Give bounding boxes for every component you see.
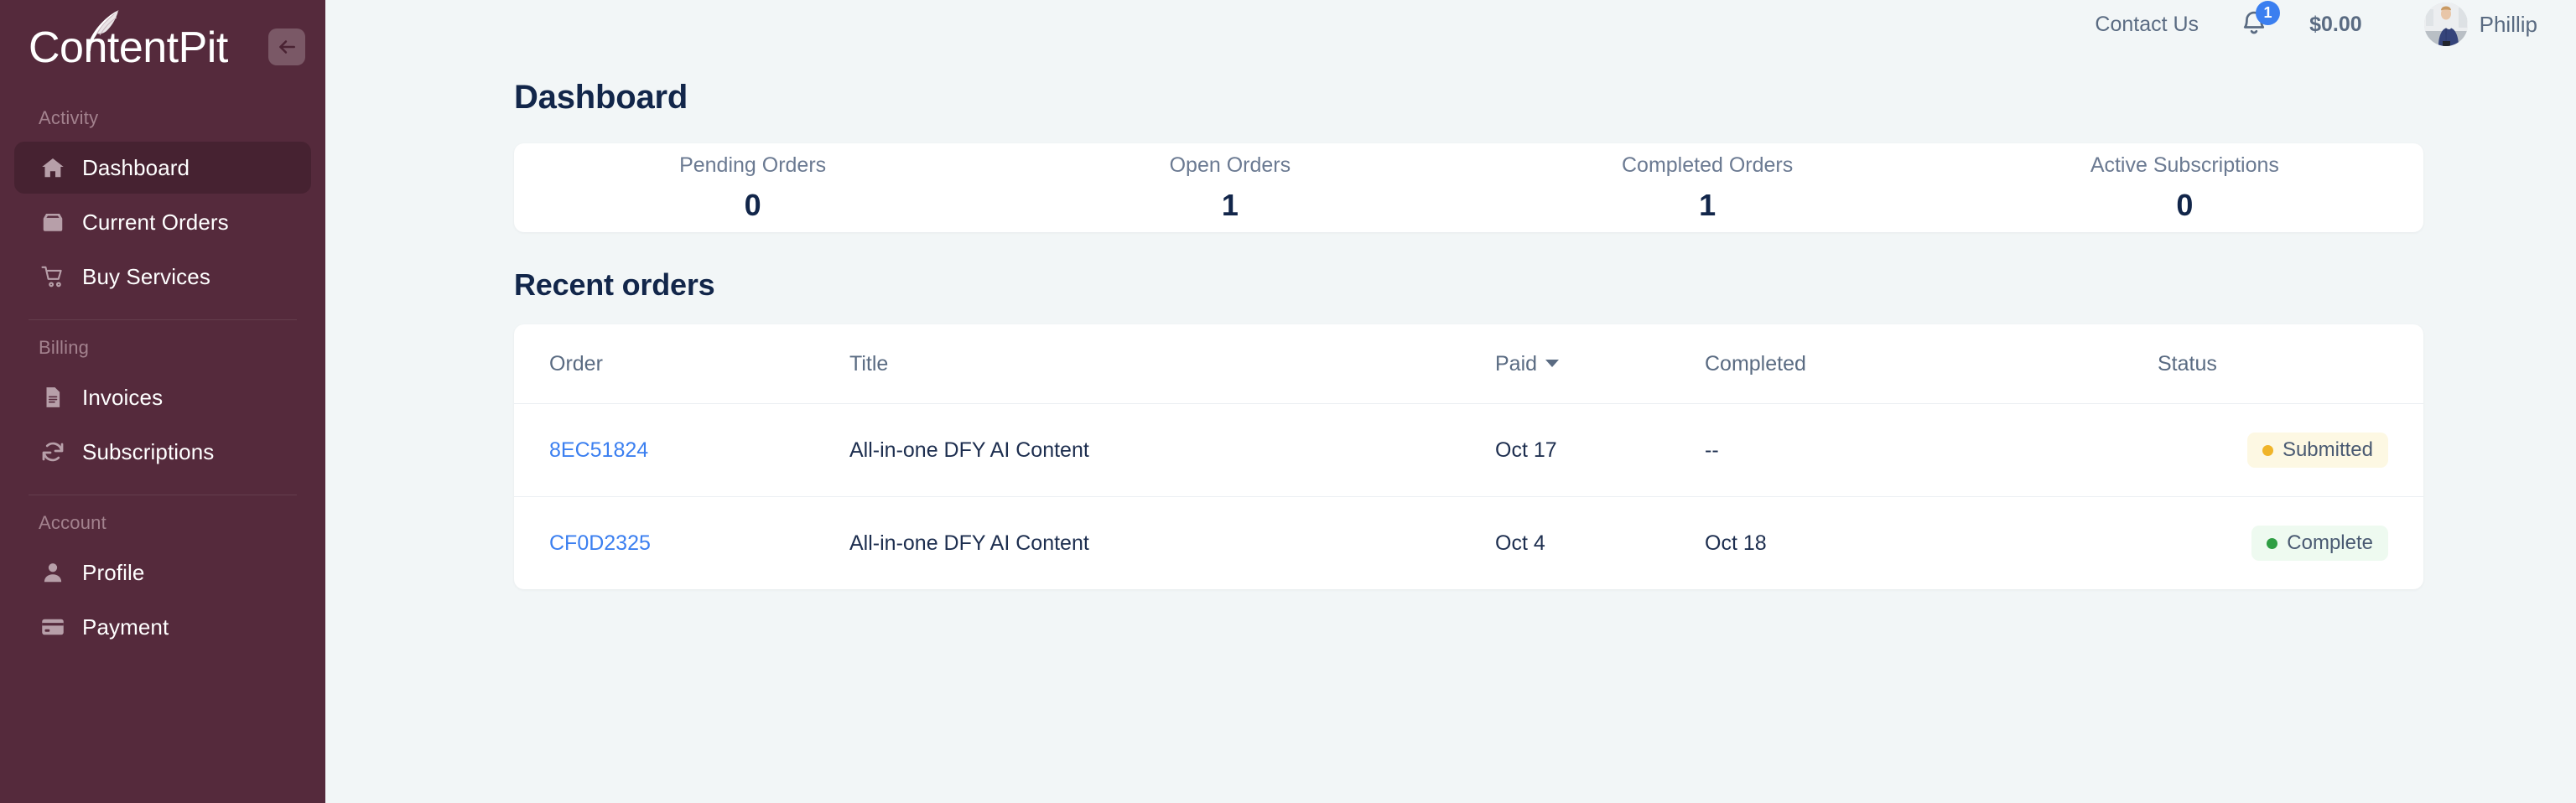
notification-badge: 1 (2256, 1, 2281, 25)
refresh-icon (39, 438, 67, 466)
sidebar-header: ContentPit (0, 0, 325, 96)
home-icon (39, 153, 67, 182)
column-header-title[interactable]: Title (849, 324, 1495, 404)
status-badge: Submitted (2246, 433, 2388, 468)
table-head: Order Title Paid Completed Status (514, 324, 2423, 404)
sidebar-item-invoices[interactable]: Invoices (14, 371, 311, 423)
table-header-row: Order Title Paid Completed Status (514, 324, 2423, 404)
page-title: Dashboard (514, 79, 688, 116)
cell-paid: Oct 4 (1495, 531, 1545, 555)
sidebar-item-label: Dashboard (82, 154, 190, 180)
sidebar-section-account-label: Account (39, 512, 106, 533)
sidebar-item-label: Current Orders (82, 209, 229, 235)
stat-label: Active Subscriptions (2090, 153, 2279, 177)
column-header-completed[interactable]: Completed (1705, 324, 2158, 404)
main-content: Contact Us 1 $0.00 Phillip Dashboard Pen… (325, 0, 2576, 803)
status-dot-icon (2262, 444, 2273, 456)
sidebar-item-dashboard[interactable]: Dashboard (14, 142, 311, 194)
sidebar: ContentPit Activity Dashboard Current Or… (0, 0, 325, 803)
inbox-icon (39, 208, 67, 236)
recent-orders-title: Recent orders (514, 267, 715, 302)
account-balance[interactable]: $0.00 (2309, 13, 2362, 37)
sort-descending-icon (1545, 359, 1560, 367)
recent-orders-card: Order Title Paid Completed Status 8EC518… (514, 324, 2423, 589)
order-link[interactable]: 8EC51824 (549, 438, 648, 462)
notifications-button[interactable]: 1 (2237, 1, 2281, 41)
sidebar-item-label: Payment (82, 614, 169, 640)
sidebar-item-label: Subscriptions (82, 438, 215, 464)
column-header-order[interactable]: Order (514, 324, 849, 404)
column-header-paid-label: Paid (1495, 352, 1538, 376)
table-row[interactable]: 8EC51824 All-in-one DFY AI Content Oct 1… (514, 403, 2423, 497)
stat-label: Open Orders (1169, 153, 1291, 177)
stat-value: 0 (2176, 187, 2194, 222)
cell-status: Complete (2158, 497, 2423, 590)
order-link[interactable]: CF0D2325 (549, 531, 651, 555)
sidebar-item-buy-services[interactable]: Buy Services (14, 251, 311, 303)
stat-value: 0 (744, 187, 761, 222)
brand-logo-text: ContentPit (29, 23, 228, 72)
recent-orders-table: Order Title Paid Completed Status 8EC518… (514, 324, 2423, 589)
user-menu[interactable]: Phillip (2423, 3, 2537, 46)
status-label: Submitted (2282, 438, 2373, 461)
credit-card-icon (39, 613, 67, 641)
cell-completed: Oct 18 (1705, 531, 1767, 555)
cart-icon (39, 262, 67, 291)
status-badge: Complete (2251, 526, 2388, 561)
status-dot-icon (2267, 537, 2278, 549)
table-body: 8EC51824 All-in-one DFY AI Content Oct 1… (514, 403, 2423, 590)
cell-status: Submitted (2158, 403, 2423, 497)
sidebar-item-label: Buy Services (82, 263, 210, 289)
stat-label: Completed Orders (1622, 153, 1794, 177)
table-row[interactable]: CF0D2325 All-in-one DFY AI Content Oct 4… (514, 497, 2423, 590)
sidebar-divider (29, 319, 297, 320)
stat-label: Pending Orders (679, 153, 827, 177)
top-bar: Contact Us 1 $0.00 Phillip (325, 0, 2576, 49)
cell-paid: Oct 17 (1495, 403, 1705, 497)
sidebar-item-subscriptions[interactable]: Subscriptions (14, 426, 311, 478)
sidebar-item-label: Invoices (82, 384, 164, 410)
cell-title: All-in-one DFY AI Content (849, 531, 1089, 555)
avatar (2423, 3, 2468, 46)
sidebar-item-current-orders[interactable]: Current Orders (14, 196, 311, 248)
cell-order: CF0D2325 (514, 497, 849, 590)
user-name: Phillip (2479, 11, 2537, 37)
brand-logo[interactable]: ContentPit (29, 10, 228, 72)
sidebar-collapse-button[interactable] (268, 28, 305, 65)
stat-open-orders: Open Orders 1 (991, 153, 1468, 223)
cell-order: 8EC51824 (514, 403, 849, 497)
stat-pending-orders: Pending Orders 0 (514, 153, 991, 223)
sidebar-item-payment[interactable]: Payment (14, 601, 311, 653)
sidebar-item-profile[interactable]: Profile (14, 547, 311, 598)
app-root: ContentPit Activity Dashboard Current Or… (0, 0, 2576, 803)
arrow-left-icon (279, 40, 295, 54)
stat-value: 1 (1221, 187, 1239, 222)
column-header-status[interactable]: Status (2158, 324, 2423, 404)
stat-active-subscriptions: Active Subscriptions 0 (1946, 153, 2423, 223)
column-header-paid[interactable]: Paid (1495, 324, 1705, 404)
cell-completed: -- (1705, 403, 2158, 497)
cell-title: All-in-one DFY AI Content (849, 403, 1495, 497)
document-icon (39, 383, 67, 412)
user-icon (39, 558, 67, 587)
sidebar-item-label: Profile (82, 559, 145, 585)
stat-value: 1 (1699, 187, 1716, 222)
stat-completed-orders: Completed Orders 1 (1469, 153, 1946, 223)
avatar-photo (2423, 3, 2468, 46)
stats-summary-card: Pending Orders 0 Open Orders 1 Completed… (514, 143, 2423, 232)
status-label: Complete (2287, 531, 2373, 554)
contact-us-link[interactable]: Contact Us (2095, 13, 2199, 37)
sidebar-section-activity-label: Activity (39, 107, 99, 128)
sidebar-section-billing-label: Billing (39, 337, 90, 358)
